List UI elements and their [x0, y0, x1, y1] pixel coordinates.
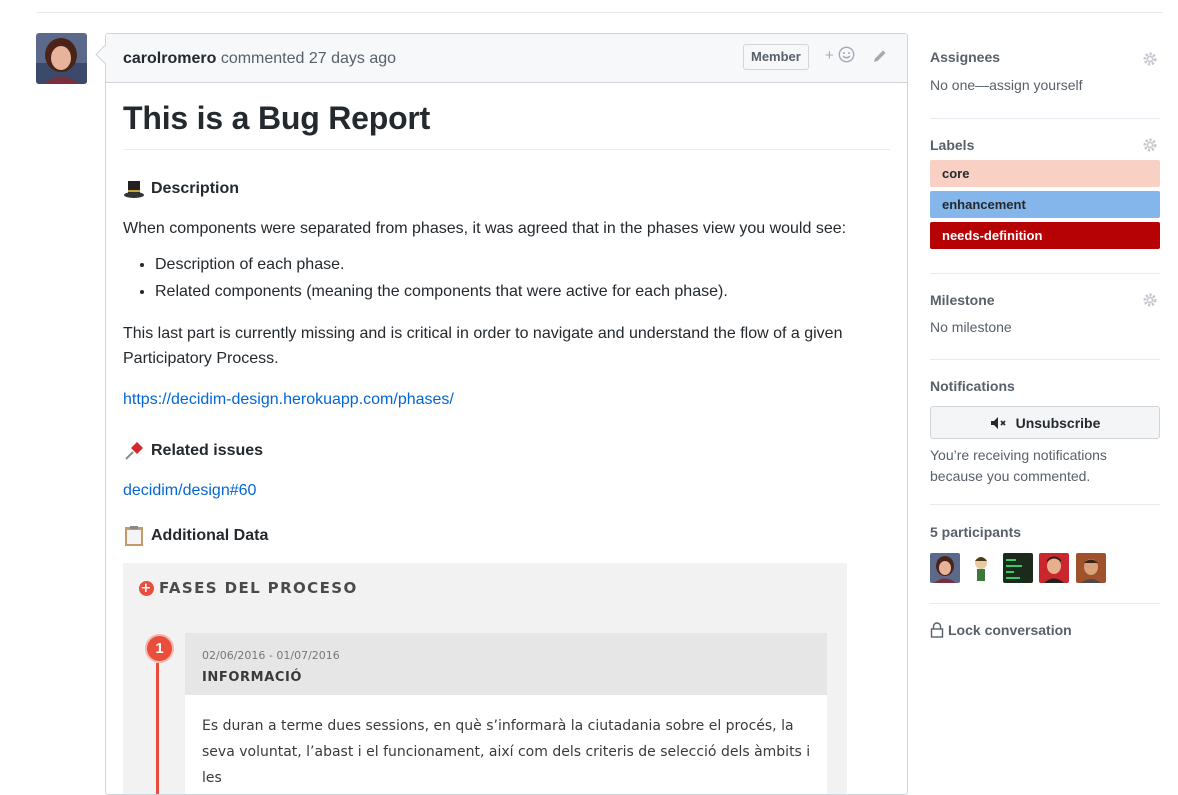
participant-avatars — [930, 553, 1160, 583]
assignees-section: Assignees No one—assign yourself — [930, 33, 1160, 119]
plus-circle-icon: + — [139, 580, 154, 596]
assignees-title[interactable]: Assignees — [930, 33, 1160, 65]
additional-data-heading: Additional Data — [123, 525, 890, 547]
gear-icon[interactable] — [1142, 137, 1158, 158]
list-item: Related components (meaning the componen… — [155, 278, 890, 305]
notifications-section: Notifications Unsubscribe You’re receivi… — [930, 360, 1160, 505]
author-name[interactable]: carolromero — [123, 50, 216, 67]
add-reaction-button[interactable]: + — [825, 46, 855, 64]
phase-description: Es duran a terme dues sessions, en què s… — [202, 718, 811, 786]
timeline-line — [156, 663, 159, 794]
top-hat-icon — [123, 178, 145, 200]
description-heading: Description — [123, 178, 890, 200]
participants-title: 5 participants — [930, 524, 1022, 540]
phase-card: 02/06/2016 - 01/07/2016 INFORMACIÓ Es du… — [185, 633, 827, 794]
description-heading-text: Description — [151, 180, 240, 197]
participant-avatar[interactable] — [1039, 553, 1070, 583]
milestone-value: No milestone — [930, 319, 1012, 335]
labels-section: Labels core enhancement needs-definition — [930, 119, 1160, 274]
fases-title-text: FASES DEL PROCESO — [159, 579, 358, 597]
phases-link[interactable]: https://decidim-design.herokuapp.com/pha… — [123, 391, 454, 408]
label-enhancement[interactable]: enhancement — [930, 191, 1160, 218]
intro-paragraph: When components were separated from phas… — [123, 220, 847, 237]
lock-icon — [930, 622, 944, 638]
member-badge: Member — [743, 44, 809, 70]
smiley-icon — [838, 46, 855, 63]
labels-list: core enhancement needs-definition — [930, 160, 1160, 249]
label-core[interactable]: core — [930, 160, 1160, 187]
participants-section: 5 participants — [930, 505, 1160, 604]
clipboard-icon — [123, 525, 145, 547]
participant-avatar[interactable] — [1002, 553, 1033, 583]
lock-conversation-label: Lock conversation — [948, 622, 1072, 638]
notifications-title: Notifications — [930, 378, 1015, 394]
unsubscribe-label: Unsubscribe — [1015, 414, 1101, 431]
milestone-section: Milestone No milestone — [930, 274, 1160, 360]
edit-comment-button[interactable] — [872, 48, 888, 69]
issue-comment: carolromero commented 27 days ago Member… — [105, 33, 908, 795]
assignees-value[interactable]: No one—assign yourself — [930, 75, 1160, 96]
related-issues-heading-text: Related issues — [151, 442, 264, 459]
mute-icon — [990, 416, 1006, 429]
phase-header: 02/06/2016 - 01/07/2016 INFORMACIÓ — [185, 633, 827, 695]
lock-conversation-link[interactable]: Lock conversation — [930, 622, 1160, 638]
top-divider — [36, 12, 1162, 13]
issue-sidebar: Assignees No one—assign yourself Labels … — [930, 33, 1160, 638]
gear-icon[interactable] — [1142, 51, 1158, 72]
related-issues-heading: Related issues — [123, 440, 890, 462]
comment-meta: carolromero commented 27 days ago — [123, 50, 396, 68]
bullet-list: Description of each phase. Related compo… — [123, 251, 890, 305]
author-avatar[interactable] — [36, 33, 87, 84]
phase-name: INFORMACIÓ — [202, 670, 303, 685]
fases-title: + FASES DEL PROCESO — [139, 579, 358, 597]
additional-data-heading-text: Additional Data — [151, 527, 269, 544]
pushpin-icon — [123, 440, 145, 462]
list-item: Description of each phase. — [155, 251, 890, 278]
comment-body: This is a Bug Report Description When co… — [106, 100, 907, 794]
step-number-badge: 1 — [145, 634, 174, 663]
phases-embed-image: + FASES DEL PROCESO 1 02/06/2016 - 01/07… — [123, 563, 847, 794]
label-needs-definition[interactable]: needs-definition — [930, 222, 1160, 249]
issue-title: This is a Bug Report — [123, 100, 890, 150]
notifications-reason: You’re receiving notifications because y… — [930, 447, 1107, 484]
milestone-title[interactable]: Milestone — [930, 274, 1160, 308]
pencil-icon — [874, 50, 886, 62]
participant-avatar[interactable] — [1075, 553, 1106, 583]
comment-timestamp[interactable]: commented 27 days ago — [221, 50, 396, 67]
gear-icon[interactable] — [1142, 292, 1158, 313]
phase-date-range: 02/06/2016 - 01/07/2016 — [202, 649, 340, 662]
participant-avatar[interactable] — [966, 553, 997, 583]
comment-header: carolromero commented 27 days ago Member… — [106, 34, 907, 83]
plus-text: + — [825, 47, 834, 64]
missing-note-paragraph: This last part is currently missing and … — [123, 325, 843, 367]
participant-avatar[interactable] — [930, 553, 960, 583]
related-issue-link[interactable]: decidim/design#60 — [123, 482, 256, 499]
unsubscribe-button[interactable]: Unsubscribe — [930, 406, 1160, 439]
labels-title[interactable]: Labels — [930, 119, 1160, 153]
